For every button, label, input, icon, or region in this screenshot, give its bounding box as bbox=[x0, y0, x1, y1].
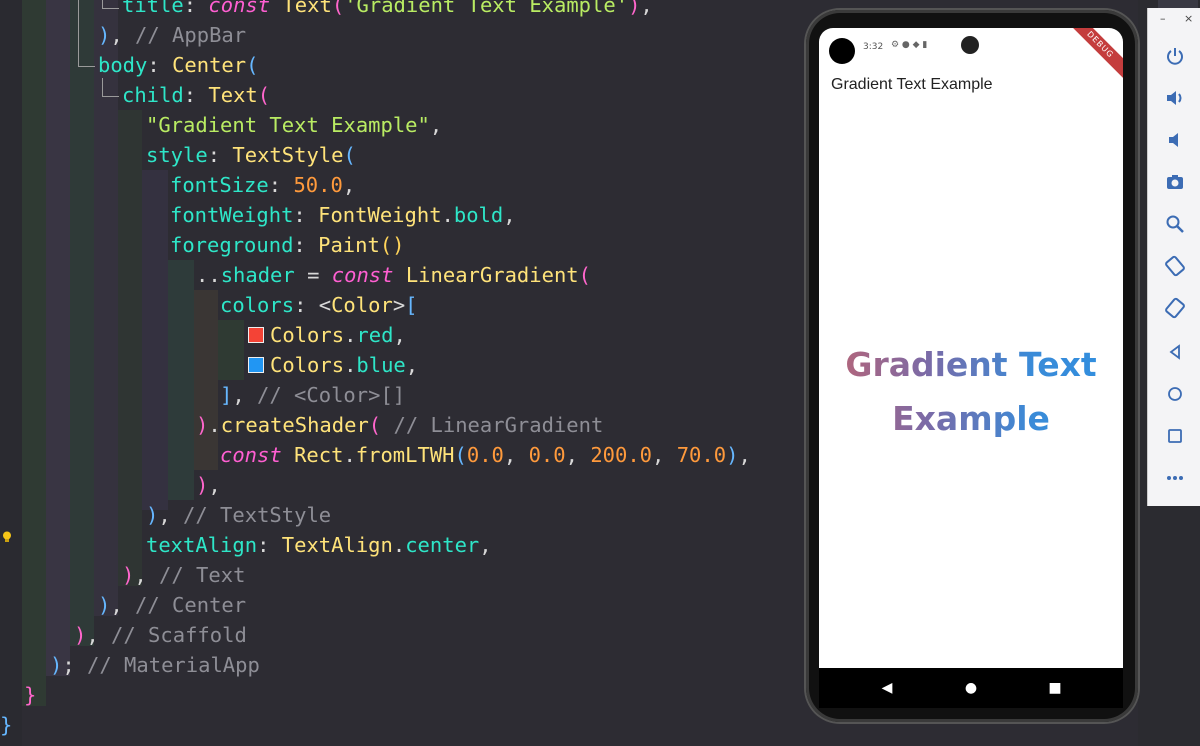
status-icon bbox=[961, 36, 979, 54]
code-line: child: Text( bbox=[122, 83, 271, 107]
gradient-text-line: Gradient Text bbox=[845, 345, 1097, 384]
rotate-left-icon[interactable] bbox=[1148, 248, 1200, 284]
debug-banner: DEBUG bbox=[1063, 28, 1123, 82]
code-line: } bbox=[24, 683, 37, 707]
code-line: "Gradient Text Example", bbox=[146, 113, 443, 137]
code-editor[interactable]: title: const Text('Gradient Text Example… bbox=[0, 0, 800, 746]
recents-nav-icon[interactable]: ■ bbox=[1045, 678, 1065, 698]
tree-line bbox=[102, 0, 119, 9]
camera-icon[interactable] bbox=[1148, 164, 1200, 200]
android-emulator: 3:32 ⚙ ● ◆ ▮ ▼ DEBUG Gradient Text Examp… bbox=[806, 10, 1138, 722]
back-icon[interactable] bbox=[1148, 334, 1200, 370]
code-line: const Rect.fromLTWH(0.0, 0.0, 200.0, 70.… bbox=[220, 443, 751, 467]
status-time: 3:32 bbox=[863, 42, 884, 52]
code-line: } bbox=[0, 713, 13, 737]
status-bar: 3:32 ⚙ ● ◆ ▮ ▼ DEBUG bbox=[819, 28, 1123, 82]
gutter bbox=[0, 0, 22, 746]
gradient-text: Gradient Text Example bbox=[819, 338, 1123, 446]
power-icon[interactable] bbox=[1148, 38, 1200, 74]
code-line: body: Center( bbox=[98, 53, 259, 77]
code-line: ), // Center bbox=[98, 593, 247, 617]
indent-guide bbox=[118, 110, 142, 586]
minimize-button[interactable]: – bbox=[1160, 12, 1166, 25]
color-swatch-red[interactable] bbox=[248, 327, 264, 343]
overview-icon[interactable] bbox=[1148, 418, 1200, 454]
indent-guide bbox=[168, 260, 194, 500]
more-icon[interactable] bbox=[1148, 460, 1200, 496]
code-line: Colors.red, bbox=[248, 320, 406, 350]
code-line: ), // TextStyle bbox=[146, 503, 332, 527]
gradient-text-line: Example bbox=[892, 399, 1050, 438]
phone-screen[interactable]: 3:32 ⚙ ● ◆ ▮ ▼ DEBUG Gradient Text Examp… bbox=[819, 28, 1123, 668]
zoom-icon[interactable] bbox=[1148, 206, 1200, 242]
code-line: fontSize: 50.0, bbox=[170, 173, 356, 197]
lightbulb-icon[interactable] bbox=[2, 531, 12, 543]
code-line: textAlign: TextAlign.center, bbox=[146, 533, 492, 557]
code-line: colors: <Color>[ bbox=[220, 293, 418, 317]
indent-guide bbox=[142, 170, 168, 510]
code-line: Colors.blue, bbox=[248, 350, 418, 380]
home-nav-icon[interactable]: ● bbox=[961, 678, 981, 698]
close-button[interactable]: × bbox=[1184, 12, 1193, 25]
code-line: style: TextStyle( bbox=[146, 143, 356, 167]
camera-cutout bbox=[829, 38, 855, 64]
nav-bar: ◀ ● ■ bbox=[819, 668, 1123, 708]
volume-down-icon[interactable] bbox=[1148, 122, 1200, 158]
appbar-title: Gradient Text Example bbox=[831, 76, 993, 93]
home-icon[interactable] bbox=[1148, 376, 1200, 412]
code-line: foreground: Paint() bbox=[170, 233, 405, 257]
indent-guide bbox=[46, 0, 70, 676]
code-line: ), // Text bbox=[122, 563, 246, 587]
rotate-right-icon[interactable] bbox=[1148, 290, 1200, 326]
tree-line bbox=[78, 30, 95, 67]
code-line: ), // Scaffold bbox=[74, 623, 247, 647]
indent-guide bbox=[70, 0, 94, 646]
color-swatch-blue[interactable] bbox=[248, 357, 264, 373]
tree-line bbox=[78, 0, 80, 30]
back-nav-icon[interactable]: ◀ bbox=[877, 678, 897, 698]
volume-up-icon[interactable] bbox=[1148, 80, 1200, 116]
code-line: fontWeight: FontWeight.bold, bbox=[170, 203, 516, 227]
code-line: ).createShader( // LinearGradient bbox=[196, 413, 604, 437]
code-line: title: const Text('Gradient Text Example… bbox=[122, 0, 653, 17]
emulator-toolbar: – × bbox=[1147, 8, 1200, 506]
code-line: ); // MaterialApp bbox=[50, 653, 260, 677]
indent-guide bbox=[22, 0, 46, 706]
code-line: ], // <Color>[] bbox=[220, 383, 406, 407]
code-line: ), // AppBar bbox=[98, 23, 247, 47]
indent-guide bbox=[218, 320, 244, 380]
status-icons: ⚙ ● ◆ ▮ bbox=[891, 40, 928, 50]
code-line: ..shader = const LinearGradient( bbox=[196, 263, 591, 287]
code-line: ), bbox=[196, 473, 221, 497]
indent-guide bbox=[194, 290, 218, 470]
tree-line bbox=[102, 78, 119, 97]
